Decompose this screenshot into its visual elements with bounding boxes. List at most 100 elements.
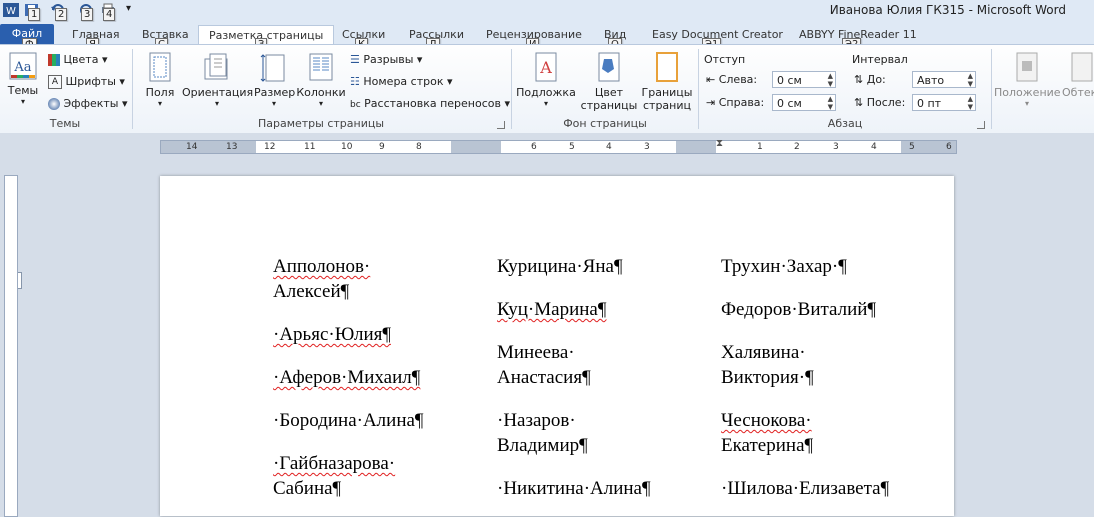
separator [698,49,699,129]
page-color-label-1: Цвет [594,86,624,99]
word-logo-icon[interactable]: W [3,3,19,17]
watermark-button[interactable]: A Подложка ▾ [516,51,576,108]
list-item[interactable]: ·Арьяс·Юлия¶ [273,322,391,347]
indent-left-text: Слева: [718,73,758,86]
page-borders-button[interactable]: Границы страниц [640,51,694,112]
text-line: Владимир¶ [497,435,588,456]
ruler-number: 14 [186,142,198,152]
size-button[interactable]: Размер ▾ [254,51,295,108]
ruler-number: 3 [644,142,650,152]
customize-qat-icon[interactable]: ▾ [126,3,131,14]
list-item[interactable]: ·Аферов·Михаил¶ [273,365,420,390]
document-page[interactable]: Апполонов· Алексей¶ ·Арьяс·Юлия¶ ·Аферов·… [160,176,954,516]
page-borders-label-1: Границы [641,86,693,99]
hyphenation-icon: bc [350,100,361,110]
text-line: Апполонов· [273,256,371,277]
text-line: Трухин·Захар·¶ [721,256,847,277]
spacing-before-label: ⇅ До: [854,73,886,86]
vertical-ruler[interactable] [4,175,18,517]
hyphenation-button[interactable]: bc Расстановка переносов ▾ [350,97,510,110]
group-label-page-setup: Параметры страницы [257,117,385,130]
title-bar: W ▾ 1 2 3 4 Иванова Юлия ГК315 - Microso… [0,0,1094,23]
qat-keytip-1: 1 [28,8,41,21]
list-item[interactable]: Апполонов· Алексей¶ [273,254,370,304]
columns-button[interactable]: Колонки ▾ [296,51,346,108]
spacing-after-icon: ⇅ [854,96,864,109]
separator [991,49,992,129]
list-item[interactable]: Федоров·Виталий¶ [721,297,876,322]
ruler-number: 6 [946,142,952,152]
list-item[interactable]: Чеснокова· Екатерина¶ [721,408,813,458]
page-color-button[interactable]: Цвет страницы [578,51,640,112]
spacing-after-input[interactable]: 0 пт ▲ ▼ [912,94,976,111]
ribbon-tabs: Файл Главная Вставка Разметка страницы С… [0,22,1094,51]
page-setup-launcher-icon[interactable] [497,121,505,129]
margins-icon [149,52,171,82]
ruler-number: 10 [341,142,353,152]
spacing-before-input[interactable]: Авто ▲ ▼ [912,71,976,88]
spin-arrows-icon[interactable]: ▲ ▼ [828,95,833,111]
watermark-dropdown-icon: ▾ [543,99,548,108]
wrap-text-button[interactable]: Обтекание текстом [1062,51,1094,99]
qat-keytip-3: 3 [81,8,94,21]
horizontal-ruler[interactable]: 14 13 12 11 10 9 8 6 5 4 3 1 2 3 4 5 6 ⧗ [160,138,957,154]
list-item[interactable]: ·Никитина·Алина¶ [497,476,651,501]
svg-text:W: W [6,6,16,17]
text-line: Федоров·Виталий¶ [721,299,877,320]
qat-keytip-4: 4 [103,8,116,21]
list-item[interactable]: Куц·Марина¶ [497,297,606,322]
indent-marker-icon[interactable]: ⧗ [716,138,723,149]
position-label: Положение [994,86,1061,99]
spacing-title: Интервал [852,53,908,66]
ruler-number: 5 [909,142,915,152]
indent-left-icon: ⇤ [706,73,716,86]
list-item[interactable]: Трухин·Захар·¶ [721,254,847,279]
position-button[interactable]: Положение ▾ [994,51,1061,108]
line-numbers-button[interactable]: ☷ Номера строк ▾ [350,75,453,88]
spacing-before-icon: ⇅ [854,73,864,86]
group-label-page-background: Фон страницы [563,117,647,130]
ribbon: Aa Темы ▾ Цвета ▾ A Шрифты ▾ Эффекты ▾ Т… [0,44,1094,134]
list-item[interactable]: ·Гайбназарова· Сабина¶ [273,451,395,501]
list-item[interactable]: ·Бородина·Алина¶ [273,408,424,433]
themes-button[interactable]: Aa Темы ▾ [4,51,42,106]
theme-colors-button[interactable]: Цвета ▾ [48,53,107,66]
page-borders-label-2: страниц [642,99,691,112]
ruler-margin-left [161,141,256,153]
orientation-label: Ориентация [182,86,254,99]
ruler-number: 4 [606,142,612,152]
spacing-after-label: ⇅ После: [854,96,905,109]
list-item[interactable]: Курицина·Яна¶ [497,254,623,279]
margins-button[interactable]: Поля ▾ [140,51,180,108]
text-line: Алексей¶ [273,281,350,302]
indent-left-input[interactable]: 0 см ▲ ▼ [772,71,836,88]
breaks-button[interactable]: ☰ Разрывы ▾ [350,53,422,66]
ruler-number: 8 [416,142,422,152]
spin-arrows-icon[interactable]: ▲ ▼ [968,95,973,111]
ruler-column-gap [676,141,716,153]
list-item[interactable]: Халявина· Виктория·¶ [721,340,814,390]
list-item[interactable]: ·Шилова·Елизавета¶ [721,476,889,501]
indent-right-input[interactable]: 0 см ▲ ▼ [772,94,836,111]
list-item[interactable]: Минеева· Анастасия¶ [497,340,591,390]
text-line: Куц·Марина¶ [497,299,607,320]
spacing-after-text: После: [866,96,906,109]
group-label-themes: Темы [49,117,81,130]
spacing-after-value: 0 пт [917,97,942,110]
horizontal-ruler-area: L 14 13 12 11 10 9 8 6 5 4 3 1 2 3 4 5 6… [0,133,1094,289]
spin-arrows-icon[interactable]: ▲ ▼ [968,72,973,88]
ruler-number: 11 [304,142,316,152]
indent-right-value: 0 см [777,97,802,110]
orientation-button[interactable]: Ориентация ▾ [182,51,254,108]
paragraph-launcher-icon[interactable] [977,121,985,129]
theme-effects-button[interactable]: Эффекты ▾ [48,97,128,110]
columns-dropdown-icon: ▾ [318,99,323,108]
spin-arrows-icon[interactable]: ▲ ▼ [828,72,833,88]
list-item[interactable]: ·Назаров· Владимир¶ [497,408,588,458]
indent-right-icon: ⇥ [706,96,716,109]
watermark-label: Подложка [516,86,576,99]
wrap-text-icon [1071,52,1093,82]
ruler-number: 12 [264,142,276,152]
text-line: Виктория·¶ [721,367,814,388]
theme-fonts-button[interactable]: A Шрифты ▾ [48,75,125,89]
